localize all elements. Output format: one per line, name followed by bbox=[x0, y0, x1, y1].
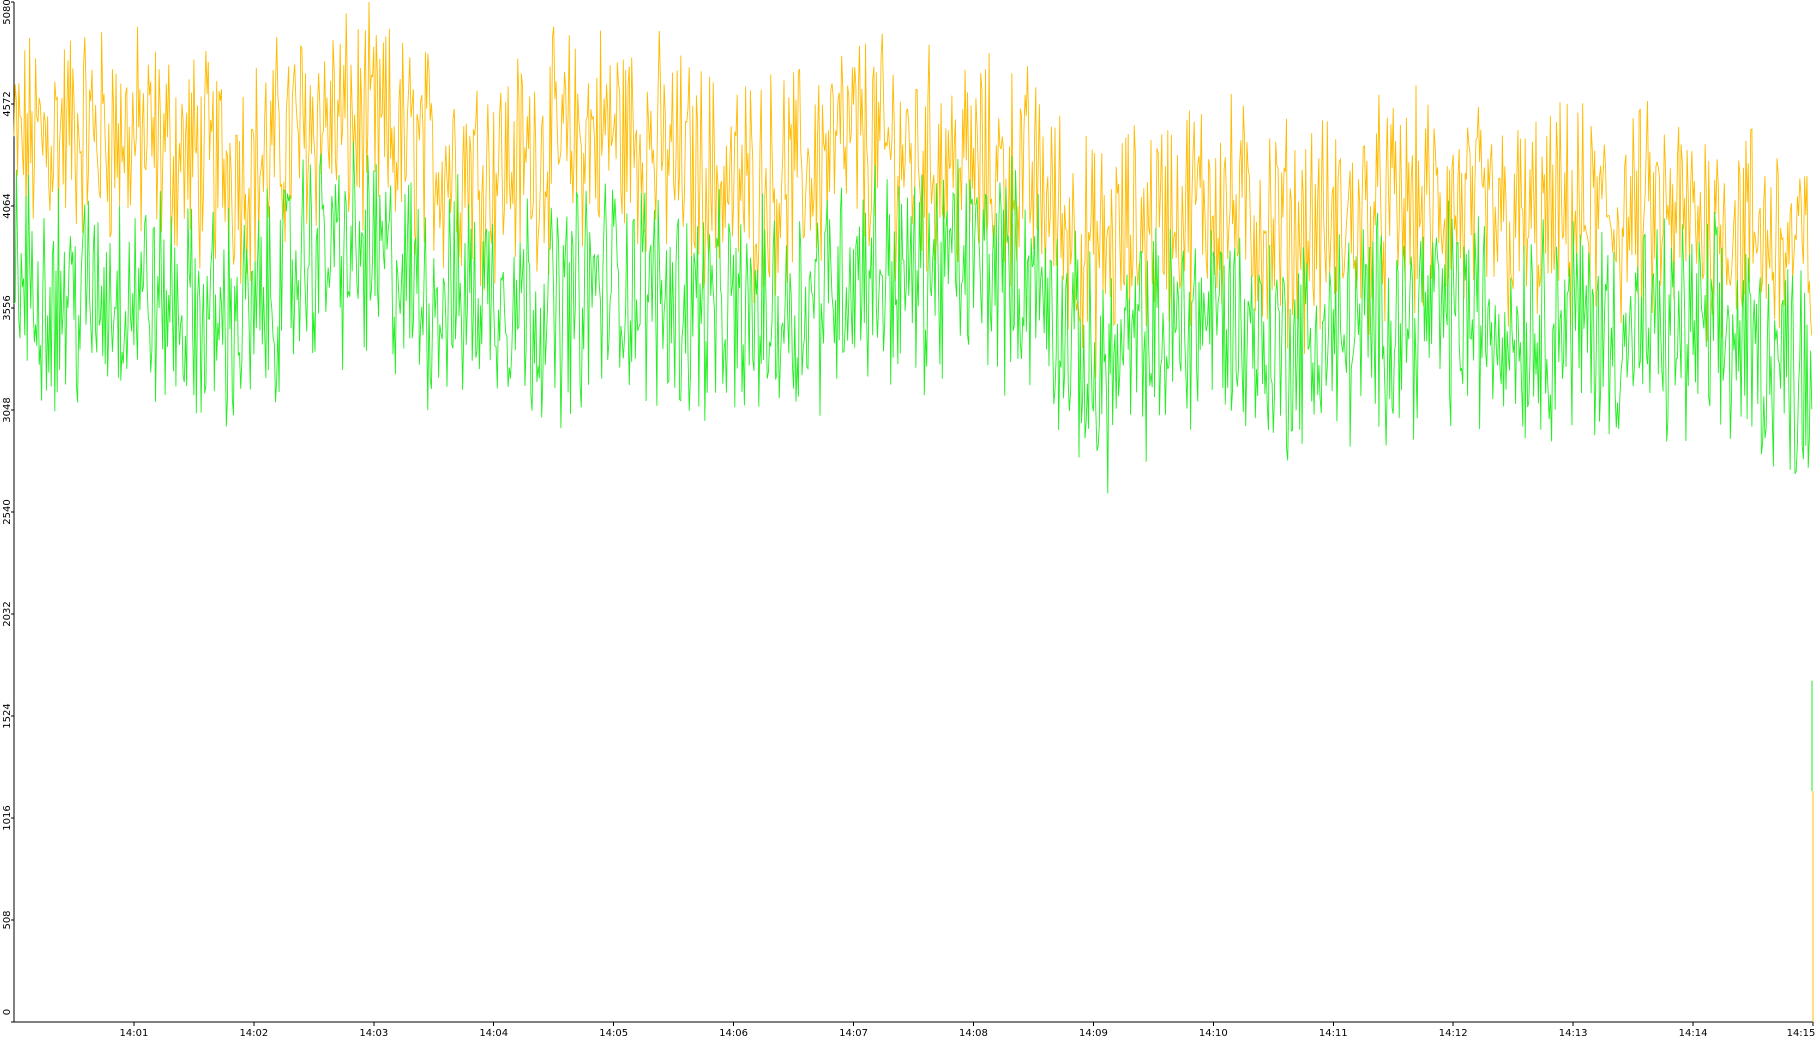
y-tick-label: 3048 bbox=[2, 397, 13, 422]
y-tick-label: 0 bbox=[2, 1009, 13, 1015]
x-tick-label: 14:13 bbox=[1559, 1028, 1588, 1039]
line-chart: 0 508 1016 1524 2032 2540 3048 3556 4064 4572 5080… bbox=[0, 0, 1815, 1039]
y-tick-label: 2032 bbox=[2, 601, 13, 626]
y-tick-label: 2540 bbox=[2, 499, 13, 524]
y-tick-label: 3556 bbox=[2, 295, 13, 320]
x-tick-label: 14:03 bbox=[359, 1028, 388, 1039]
x-tick-label: 14:06 bbox=[719, 1028, 748, 1039]
x-tick-label: 14:07 bbox=[839, 1028, 868, 1039]
x-tick-label: 14:02 bbox=[239, 1028, 268, 1039]
x-tick-label: 14:15 bbox=[1787, 1028, 1815, 1039]
y-tick-label: 1016 bbox=[2, 805, 13, 830]
x-axis: 14:01 14:02 14:03 14:04 14:05 14:06 14:07 14:08… bbox=[14, 1022, 1815, 1039]
x-tick-label: 14:12 bbox=[1439, 1028, 1468, 1039]
y-tick-label: 1524 bbox=[2, 703, 13, 728]
y-tick-label: 4064 bbox=[2, 193, 13, 218]
y-tick-label: 4572 bbox=[2, 91, 13, 116]
x-tick-label: 14:01 bbox=[120, 1028, 149, 1039]
x-tick-label: 14:04 bbox=[479, 1028, 508, 1039]
series-line-2 bbox=[14, 142, 1812, 494]
chart: 0 508 1016 1524 2032 2540 3048 3556 4064 4572 5080… bbox=[0, 0, 1815, 1039]
x-tick-label: 14:09 bbox=[1079, 1028, 1108, 1039]
y-tick-label: 508 bbox=[2, 910, 13, 929]
y-axis: 0 508 1016 1524 2032 2540 3048 3556 4064 4572 5080 bbox=[2, 0, 14, 1022]
x-tick-label: 14:05 bbox=[599, 1028, 628, 1039]
y-tick-label: 5080 bbox=[2, 0, 13, 25]
x-tick-label: 14:10 bbox=[1199, 1028, 1228, 1039]
x-tick-label: 14:11 bbox=[1319, 1028, 1348, 1039]
x-tick-label: 14:14 bbox=[1679, 1028, 1708, 1039]
series-layer bbox=[14, 2, 1813, 1022]
x-tick-label: 14:08 bbox=[959, 1028, 988, 1039]
